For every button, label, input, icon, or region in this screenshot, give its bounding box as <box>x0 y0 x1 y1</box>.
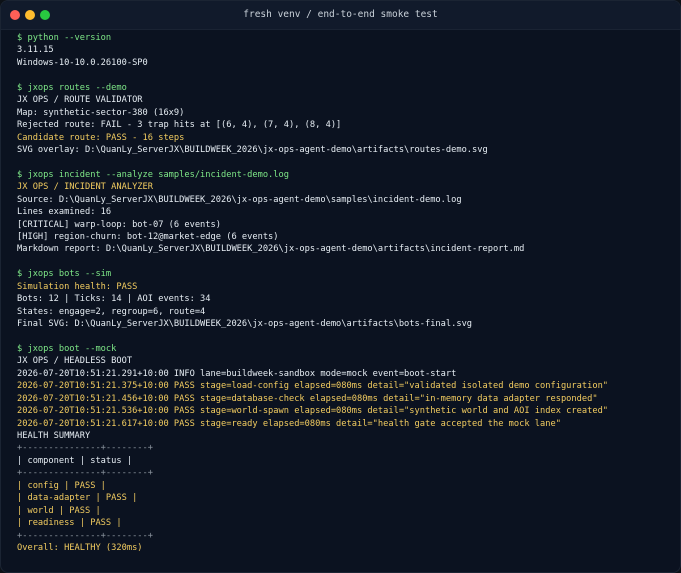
output-line: Map: synthetic-sector-380 (16x9) <box>17 107 185 118</box>
output-line: Lines examined: 16 <box>17 207 112 218</box>
output-line: +---------------+--------+ <box>17 530 153 541</box>
output-line: Final SVG: D:\QuanLy_ServerJX\BUILDWEEK_… <box>17 319 473 330</box>
output-line: Windows-10-10.0.26100-SP0 <box>17 57 148 68</box>
command-line: $ jxops routes --demo <box>17 82 127 93</box>
window-title: fresh venv / end-to-end smoke test <box>243 9 438 20</box>
command-line: $ python --version <box>17 33 112 43</box>
output-line: States: engage=2, regroup=6, route=4 <box>17 306 206 317</box>
output-line: SVG overlay: D:\QuanLy_ServerJX\BUILDWEE… <box>17 144 488 155</box>
output-line: JX OPS / HEADLESS BOOT <box>17 356 133 367</box>
terminal-window: fresh venv / end-to-end smoke test $ pyt… <box>0 0 681 573</box>
command-line: $ jxops boot --mock <box>17 343 117 354</box>
output-line: JX OPS / INCIDENT ANALYZER <box>17 182 153 193</box>
output-line: Candidate route: PASS - 16 steps <box>17 132 185 143</box>
output-line: | world | PASS | <box>17 505 101 516</box>
output-line: +---------------+--------+ <box>17 468 153 479</box>
output-line: HEALTH SUMMARY <box>17 431 91 441</box>
output-line: [CRITICAL] warp-loop: bot-07 (6 events) <box>17 219 221 230</box>
output-line: | config | PASS | <box>17 480 106 491</box>
command-line: $ jxops bots --sim <box>17 269 112 280</box>
output-line: | component | status | <box>17 455 133 466</box>
command-line: $ jxops incident --analyze samples/incid… <box>17 169 289 180</box>
output-line: JX OPS / ROUTE VALIDATOR <box>17 95 143 106</box>
output-line: Markdown report: D:\QuanLy_ServerJX\BUIL… <box>17 244 525 255</box>
output-line: | readiness | PASS | <box>17 518 122 529</box>
output-line: +---------------+--------+ <box>17 443 153 454</box>
output-line: 2026-07-20T10:51:21.617+10:00 PASS stage… <box>17 418 561 429</box>
output-line: Rejected route: FAIL - 3 trap hits at [(… <box>17 120 342 131</box>
output-line: Source: D:\QuanLy_ServerJX\BUILDWEEK_202… <box>17 194 462 205</box>
output-line: Overall: HEALTHY (320ms) <box>17 542 143 553</box>
output-line: Bots: 12 | Ticks: 14 | AOI events: 34 <box>17 294 211 305</box>
output-line: 2026-07-20T10:51:21.375+10:00 PASS stage… <box>17 381 609 392</box>
output-line: [HIGH] region-churn: bot-12@market-edge … <box>17 232 279 242</box>
output-line: 2026-07-20T10:51:21.291+10:00 INFO lane=… <box>17 368 457 379</box>
output-line: Simulation health: PASS <box>17 281 138 292</box>
output-line: 3.11.15 <box>17 45 54 56</box>
terminal-output[interactable]: $ python --version 3.11.15 Windows-10-10.0… <box>17 32 670 554</box>
output-line: 2026-07-20T10:51:21.536+10:00 PASS stage… <box>17 406 609 417</box>
output-line: | data-adapter | PASS | <box>17 493 138 504</box>
output-line: 2026-07-20T10:51:21.456+10:00 PASS stage… <box>17 393 598 404</box>
title-bar: fresh venv / end-to-end smoke test <box>1 1 680 30</box>
